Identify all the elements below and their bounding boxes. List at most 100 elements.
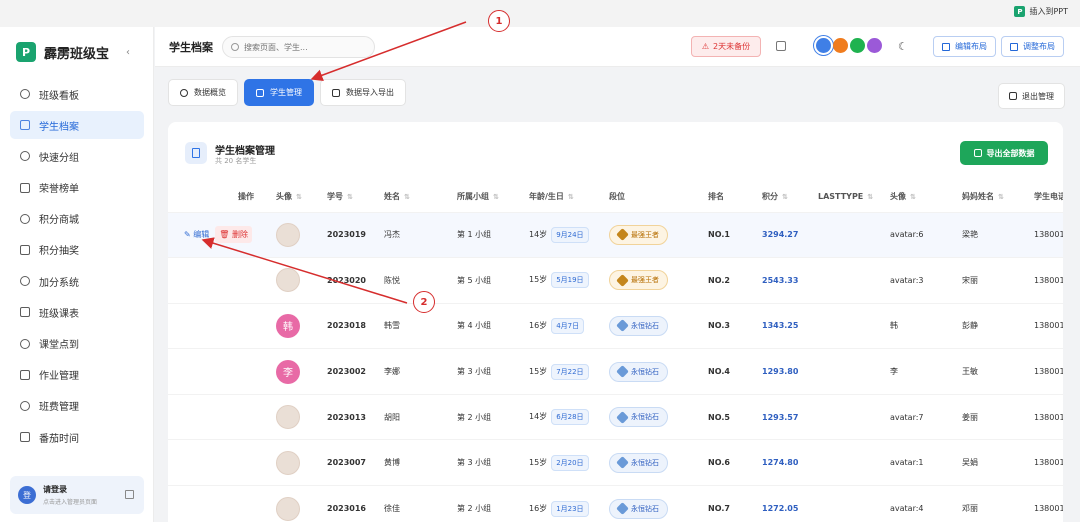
student-score: 3294.27 <box>762 211 818 258</box>
sidebar-item[interactable]: 番茄时间 <box>10 423 144 451</box>
column-header[interactable]: 所属小组 ⇅ <box>457 182 529 212</box>
tab-student-management[interactable]: 学生管理 <box>244 79 314 106</box>
student-name: 冯杰 <box>384 211 457 258</box>
student-score: 1293.57 <box>762 393 818 440</box>
theme-color-purple[interactable] <box>867 38 882 53</box>
sidebar-item-icon <box>20 338 30 349</box>
student-name: 胡阳 <box>384 393 457 440</box>
student-avatar-text: avatar:6 <box>890 211 962 258</box>
table-row: 2023016 徐佳第 2 小组 16岁 1月23日 永恒钻石 NO.7 1272.05 av… <box>168 485 1063 522</box>
student-rank: NO.1 <box>708 211 762 258</box>
student-name: 李娜 <box>384 348 457 395</box>
sidebar-item[interactable]: 加分系统 <box>10 267 144 295</box>
tab-data-overview[interactable]: 数据概览 <box>168 79 238 106</box>
birthday-badge: 2月20日 <box>551 454 589 471</box>
avatar-cell <box>276 439 327 486</box>
sidebar-item[interactable]: 荣誉榜单 <box>10 174 144 202</box>
column-header[interactable]: LASTTYPE ⇅ <box>818 182 890 212</box>
dark-mode-moon-icon[interactable]: ☾ <box>898 40 908 53</box>
export-all-button[interactable]: 导出全部数据 <box>960 141 1048 165</box>
theme-color-green[interactable] <box>850 38 865 53</box>
tab-data-import-export[interactable]: 数据导入导出 <box>320 79 406 106</box>
column-header[interactable]: 姓名 ⇅ <box>384 182 457 212</box>
student-group: 第 4 小组 <box>457 302 529 349</box>
sidebar-item[interactable]: 作业管理 <box>10 361 144 389</box>
age-birthday-cell: 16岁 4月7日 <box>529 302 609 349</box>
edit-button[interactable]: ✎ 编辑 <box>184 230 209 239</box>
rank-title-badge: 永恒钻石 <box>609 498 668 519</box>
column-header-label: 妈妈姓名 <box>962 192 994 202</box>
theme-color-orange[interactable] <box>833 38 848 53</box>
student-avatar[interactable]: 李 <box>276 359 300 384</box>
column-header[interactable]: 妈妈姓名 ⇅ <box>962 182 1034 212</box>
rank-title-cell: 永恒钻石 <box>609 393 708 440</box>
sort-icon[interactable]: ⇅ <box>404 193 410 201</box>
mother-name: 彭静 <box>962 302 1034 349</box>
sort-icon[interactable]: ⇅ <box>867 193 873 201</box>
student-avatar-text: avatar:4 <box>890 485 962 522</box>
student-avatar[interactable]: 韩 <box>276 313 300 338</box>
theme-color-blue[interactable] <box>816 38 831 53</box>
age-birthday-cell: 15岁 5月19日 <box>529 257 609 304</box>
column-header[interactable]: 积分 ⇅ <box>762 182 818 212</box>
login-box[interactable]: 登 请登录 点击进入管理员页面 <box>10 476 144 514</box>
exit-management-button[interactable]: 退出管理 <box>998 83 1065 109</box>
rank-title-label: 永恒钻石 <box>631 413 659 422</box>
sort-icon[interactable]: ⇅ <box>998 193 1004 201</box>
sidebar-toggle-icon[interactable] <box>776 41 786 51</box>
column-header[interactable]: 头像 ⇅ <box>276 182 327 212</box>
avatar-cell <box>276 393 327 440</box>
student-rank: NO.3 <box>708 302 762 349</box>
mother-name: 宋丽 <box>962 257 1034 304</box>
collapse-sidebar-icon[interactable]: ‹ <box>126 47 130 58</box>
logout-icon[interactable] <box>125 490 134 499</box>
column-header[interactable]: 段位 <box>609 182 708 212</box>
sort-icon[interactable]: ⇅ <box>910 193 916 201</box>
sort-icon[interactable]: ⇅ <box>493 193 499 201</box>
edit-layout-button[interactable]: 编辑布局 <box>933 36 996 57</box>
sort-icon[interactable]: ⇅ <box>568 193 574 201</box>
column-header[interactable]: 操作 <box>168 182 276 212</box>
exit-management-label: 退出管理 <box>1022 91 1054 101</box>
sidebar-item[interactable]: 积分抽奖 <box>10 236 144 264</box>
column-header[interactable]: 学号 ⇅ <box>327 182 384 212</box>
delete-button[interactable]: 🗑 删除 <box>215 226 252 244</box>
column-header[interactable]: 年龄/生日 ⇅ <box>529 182 609 212</box>
sidebar-item[interactable]: 班级看板 <box>10 80 144 108</box>
table-header-row: 操作 头像 ⇅ 学号 ⇅ 姓名 ⇅ 所属小组 ⇅ 年龄/生日 ⇅ 段位 排名 积分 ⇅ LASTTYPE ⇅ 头像… <box>168 182 1063 212</box>
sort-icon[interactable]: ⇅ <box>296 193 302 201</box>
sidebar-item-icon <box>20 400 30 411</box>
student-avatar[interactable] <box>276 222 300 247</box>
column-header[interactable]: 学生电话⇅ <box>1034 182 1063 212</box>
student-avatar-text: 韩 <box>890 302 962 349</box>
sidebar-item[interactable]: 快速分组 <box>10 142 144 170</box>
student-avatar[interactable] <box>276 450 300 475</box>
adjust-layout-button[interactable]: 调整布局 <box>1001 36 1064 57</box>
student-avatar[interactable] <box>276 405 300 430</box>
sidebar-item[interactable]: 班级课表 <box>10 298 144 326</box>
rank-title-label: 永恒钻石 <box>631 458 659 467</box>
sidebar-item-icon <box>20 432 30 443</box>
insert-ppt-button[interactable]: P 插入到PPT <box>1014 6 1068 17</box>
sidebar-item[interactable]: 积分商城 <box>10 205 144 233</box>
student-avatar[interactable] <box>276 496 300 521</box>
sort-icon[interactable]: ⇅ <box>347 193 353 201</box>
backup-warning-badge[interactable]: ⚠ 2天未备份 <box>691 36 761 57</box>
student-rank: NO.4 <box>708 348 762 395</box>
search-box[interactable] <box>222 36 375 58</box>
column-header-label: LASTTYPE <box>818 192 864 202</box>
sidebar-item[interactable]: 课堂点到 <box>10 330 144 358</box>
student-avatar[interactable] <box>276 268 300 293</box>
overview-icon <box>180 88 188 97</box>
edit-layout-label: 编辑布局 <box>955 42 987 51</box>
column-header[interactable]: 头像 ⇅ <box>890 182 962 212</box>
sort-icon[interactable]: ⇅ <box>782 193 788 201</box>
sidebar-item[interactable]: 班费管理 <box>10 392 144 420</box>
action-cell <box>168 393 276 440</box>
pencil-icon: ✎ <box>184 230 194 240</box>
search-input[interactable] <box>244 42 364 52</box>
column-header[interactable]: 排名 <box>708 182 762 212</box>
student-lasttype <box>818 302 890 349</box>
age-birthday-cell: 14岁 9月24日 <box>529 211 609 258</box>
sidebar-item[interactable]: 学生档案 <box>10 111 144 140</box>
